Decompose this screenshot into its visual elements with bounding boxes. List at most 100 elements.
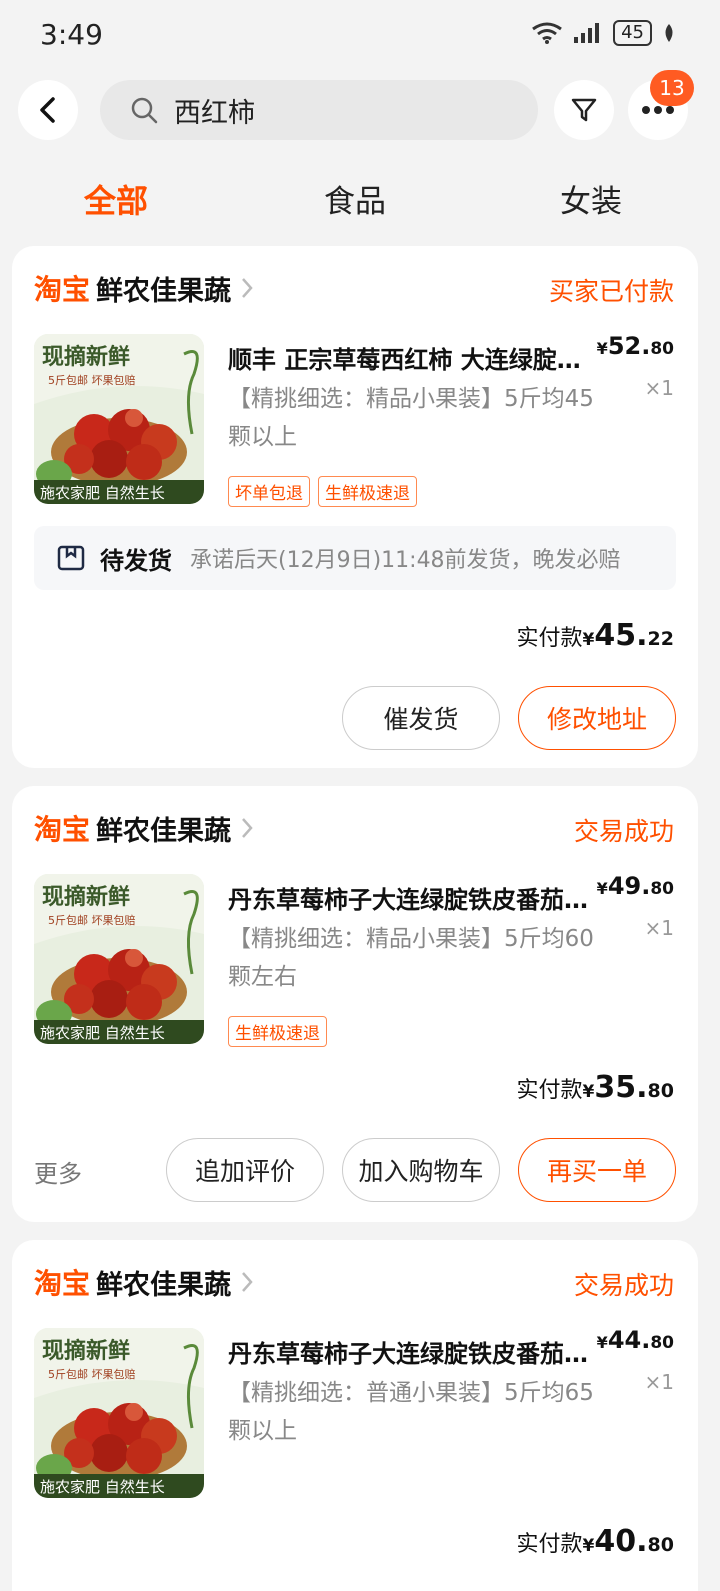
- currency-symbol: ¥: [596, 879, 608, 898]
- shop-name: 鲜农佳果蔬: [96, 815, 232, 847]
- order-status: 交易成功: [573, 817, 674, 846]
- more-link[interactable]: 更多: [34, 1154, 82, 1189]
- taobao-logo: 淘宝: [34, 1267, 91, 1300]
- product-title[interactable]: 丹东草莓柿子大连绿腚铁皮番茄新鲜: [228, 1334, 600, 1369]
- service-tags: 生鲜极速退: [228, 1016, 327, 1047]
- unit-price: ¥49.80: [597, 872, 674, 900]
- product-thumbnail[interactable]: 现摘新鲜 5斤包邮 坏果包赔 施农家肥 自然生长: [34, 1328, 204, 1498]
- shop-link[interactable]: 淘宝 鲜农佳果蔬: [34, 1262, 253, 1302]
- urge-shipping-button[interactable]: 催发货: [342, 686, 500, 750]
- add-review-button[interactable]: 追加评价: [166, 1138, 324, 1202]
- thumb-headline: 现摘新鲜: [42, 344, 130, 370]
- paid-label: 实付款: [516, 626, 583, 651]
- amount-paid: 实付款¥40.80: [517, 1524, 674, 1559]
- thumb-caption: 施农家肥 自然生长: [40, 1024, 165, 1042]
- add-to-cart-button[interactable]: 加入购物车: [342, 1138, 500, 1202]
- currency-symbol: ¥: [596, 1333, 608, 1352]
- quantity: ×1: [644, 916, 674, 940]
- currency-symbol: ¥: [582, 630, 595, 650]
- order-card[interactable]: 淘宝 鲜农佳果蔬 交易成功 现摘新鲜 5斤包邮 坏果包赔 施农家肥 自然生长 丹…: [12, 1240, 698, 1591]
- price-int: 52.: [607, 332, 651, 360]
- tab-all[interactable]: 全部: [84, 176, 148, 222]
- search-icon: [131, 97, 158, 124]
- quantity: ×1: [644, 1370, 674, 1394]
- more-dots-icon: [642, 106, 674, 114]
- price-int: 49.: [607, 872, 651, 900]
- product-thumbnail[interactable]: 现摘新鲜 5斤包邮 坏果包赔 施农家肥 自然生长: [34, 334, 204, 504]
- product-title[interactable]: 顺丰 正宗草莓西红柿 大连绿腚铁皮番茄: [228, 340, 600, 375]
- shipping-note: 承诺后天(12月9日)11:48前发货，晚发必赔: [190, 548, 621, 573]
- thumb-headline: 现摘新鲜: [42, 884, 130, 910]
- search-input[interactable]: 西红柿: [100, 80, 538, 140]
- currency-symbol: ¥: [596, 339, 608, 358]
- category-tabs: 全部 食品 女装: [0, 168, 720, 224]
- tag: 生鲜极速退: [228, 1016, 327, 1047]
- filter-button[interactable]: [554, 80, 614, 140]
- order-card[interactable]: 淘宝 鲜农佳果蔬 交易成功 现摘新鲜 5斤包邮 坏果包赔 施农家肥 自然生长 丹…: [12, 786, 698, 1222]
- status-time: 3:49: [40, 18, 103, 51]
- thumb-caption: 施农家肥 自然生长: [40, 484, 165, 502]
- shipping-state: 待发货: [100, 546, 172, 575]
- tab-food[interactable]: 食品: [324, 176, 386, 221]
- thumb-caption: 施农家肥 自然生长: [40, 1478, 165, 1496]
- status-bar: 3:49 45: [0, 0, 720, 72]
- back-button[interactable]: [18, 80, 78, 140]
- product-thumbnail[interactable]: 现摘新鲜 5斤包邮 坏果包赔 施农家肥 自然生长: [34, 874, 204, 1044]
- order-card[interactable]: 淘宝 鲜农佳果蔬 买家已付款 现摘新鲜 5斤包邮 坏果包赔 施农家肥 自然生长 …: [12, 246, 698, 768]
- product-title[interactable]: 丹东草莓柿子大连绿腚铁皮番茄新鲜: [228, 880, 600, 915]
- paid-dec: 80: [647, 1534, 674, 1556]
- thumb-subline: 5斤包邮 坏果包赔: [48, 1367, 136, 1381]
- tag: 坏单包退: [228, 476, 310, 507]
- product-spec: 【精挑细选：精品小果装】5斤均45颗以上: [228, 386, 594, 450]
- paid-dec: 80: [647, 1080, 674, 1102]
- chevron-right-icon: [242, 1272, 253, 1292]
- shop-link[interactable]: 淘宝 鲜农佳果蔬: [34, 808, 253, 848]
- amount-paid: 实付款¥45.22: [517, 618, 674, 653]
- taobao-logo: 淘宝: [34, 813, 91, 846]
- leaf-icon: [665, 24, 673, 42]
- paid-int: 45.: [594, 618, 648, 653]
- price-dec: 80: [650, 1333, 674, 1353]
- search-query: 西红柿: [174, 97, 255, 129]
- paid-label: 实付款: [516, 1078, 583, 1103]
- product-spec: 【精挑细选：精品小果装】5斤均60颗左右: [228, 926, 594, 990]
- price-dec: 80: [650, 339, 674, 359]
- shipping-status-row[interactable]: 待发货 承诺后天(12月9日)11:48前发货，晚发必赔: [34, 526, 676, 590]
- paid-int: 35.: [594, 1070, 648, 1105]
- chevron-right-icon: [242, 818, 253, 838]
- paid-label: 实付款: [516, 1532, 583, 1557]
- chevron-left-icon: [40, 97, 55, 123]
- thumb-headline: 现摘新鲜: [42, 1338, 130, 1364]
- product-spec: 【精挑细选：普通小果装】5斤均65颗以上: [228, 1380, 594, 1444]
- price-dec: 80: [650, 879, 674, 899]
- package-icon: [57, 545, 85, 571]
- change-address-button[interactable]: 修改地址: [518, 686, 676, 750]
- thumb-subline: 5斤包邮 坏果包赔: [48, 913, 136, 927]
- price-int: 44.: [607, 1326, 651, 1354]
- thumb-subline: 5斤包邮 坏果包赔: [48, 373, 136, 387]
- tab-womens-clothing[interactable]: 女装: [560, 176, 622, 221]
- paid-dec: 22: [647, 628, 674, 650]
- shop-name: 鲜农佳果蔬: [96, 1269, 232, 1301]
- wifi-icon: [532, 22, 562, 44]
- order-status: 买家已付款: [548, 277, 674, 306]
- currency-symbol: ¥: [582, 1082, 595, 1102]
- battery-indicator: 45: [613, 20, 652, 46]
- filter-icon: [571, 98, 597, 122]
- top-bar: 西红柿: [0, 78, 720, 142]
- quantity: ×1: [644, 376, 674, 400]
- tag: 生鲜极速退: [318, 476, 417, 507]
- chevron-right-icon: [242, 278, 253, 298]
- order-status: 交易成功: [573, 1271, 674, 1300]
- shop-name: 鲜农佳果蔬: [96, 275, 232, 307]
- buy-again-button[interactable]: 再买一单: [518, 1138, 676, 1202]
- paid-int: 40.: [594, 1524, 648, 1559]
- shop-link[interactable]: 淘宝 鲜农佳果蔬: [34, 268, 253, 308]
- amount-paid: 实付款¥35.80: [517, 1070, 674, 1105]
- service-tags: 坏单包退 生鲜极速退: [228, 476, 417, 507]
- signal-icon: [574, 23, 600, 43]
- unit-price: ¥52.80: [597, 332, 674, 360]
- taobao-logo: 淘宝: [34, 273, 91, 306]
- status-icons: 45: [531, 20, 676, 46]
- unit-price: ¥44.80: [597, 1326, 674, 1354]
